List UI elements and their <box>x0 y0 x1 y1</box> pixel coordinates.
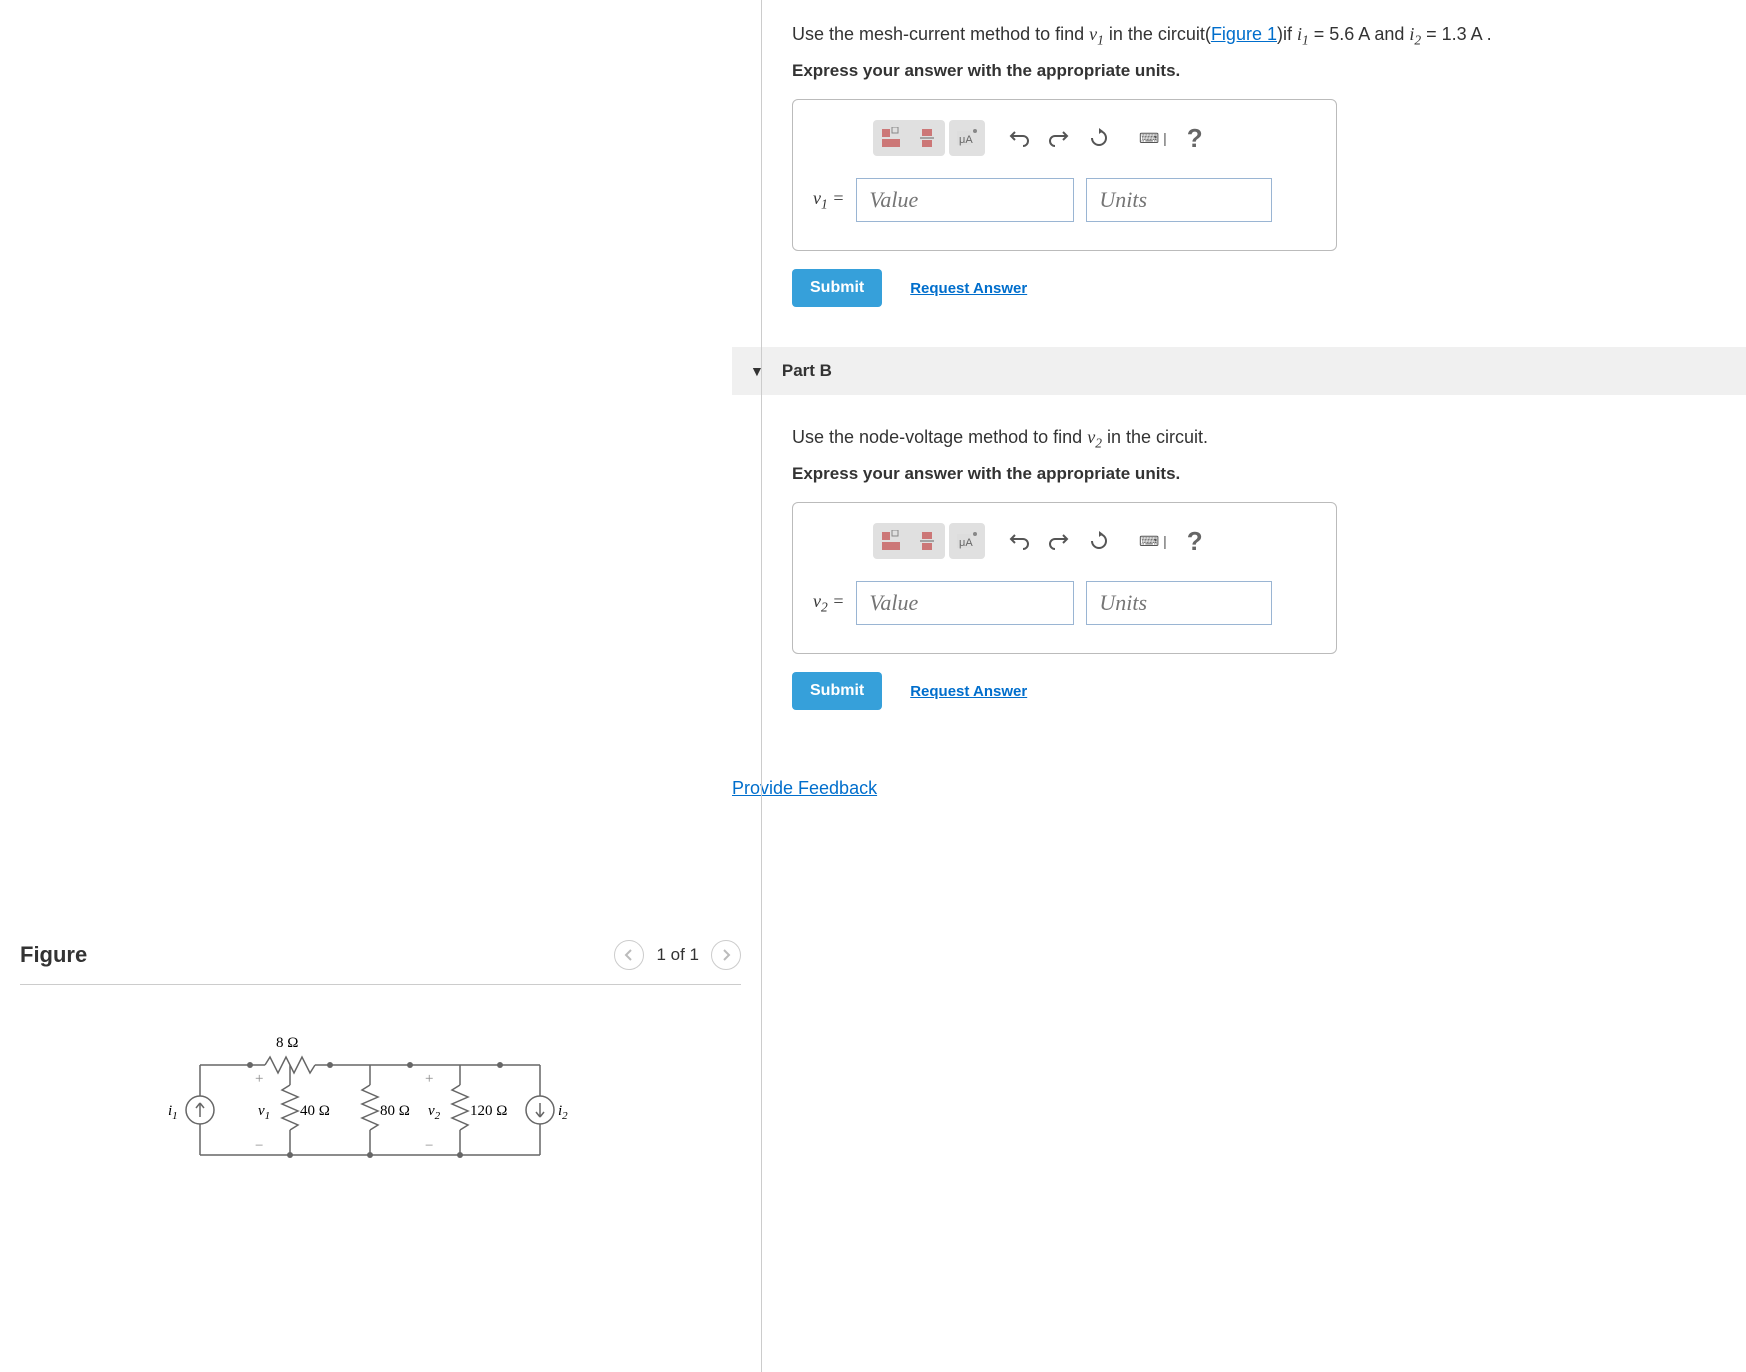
figure-panel-column: Figure 1 of 1 <box>0 0 762 1372</box>
keyboard-button[interactable]: ⌨ | <box>1133 523 1173 559</box>
part-a-question: Use the mesh-current method to find v1 i… <box>792 20 1716 51</box>
subscript-button[interactable]: μA <box>949 523 985 559</box>
fraction-icon <box>916 530 938 552</box>
fraction-button[interactable] <box>909 120 945 156</box>
equation-toolbar-a: μA ⌨ | ? <box>813 120 1316 156</box>
r40-label: 40 Ω <box>300 1103 330 1119</box>
svg-text:+: + <box>255 1071 263 1087</box>
svg-text:−: − <box>255 1138 263 1154</box>
svg-text:μA: μA <box>959 537 973 549</box>
reset-icon <box>1089 128 1109 148</box>
template-icon <box>880 530 902 552</box>
svg-text:μA: μA <box>959 134 973 146</box>
part-b-input-row: v2 = <box>813 581 1316 625</box>
units-input-a[interactable] <box>1086 178 1272 222</box>
figure-link[interactable]: Figure 1 <box>1211 24 1277 44</box>
r120-label: 120 Ω <box>470 1103 507 1119</box>
reset-button[interactable] <box>1081 120 1117 156</box>
redo-button[interactable] <box>1041 120 1077 156</box>
svg-text:−: − <box>425 1138 433 1154</box>
fraction-icon <box>916 127 938 149</box>
r80-label: 80 Ω <box>380 1103 410 1119</box>
part-a-submit-row: Submit Request Answer <box>792 269 1716 307</box>
help-button[interactable]: ? <box>1177 120 1213 156</box>
figure-prev-button[interactable] <box>614 940 644 970</box>
figure-next-button[interactable] <box>711 940 741 970</box>
submit-button-a[interactable]: Submit <box>792 269 882 307</box>
part-b-answer-box: μA ⌨ | ? v2 = <box>792 502 1337 654</box>
units-input-b[interactable] <box>1086 581 1272 625</box>
figure-nav: 1 of 1 <box>614 940 741 970</box>
submit-button-b[interactable]: Submit <box>792 672 882 710</box>
request-answer-link-b[interactable]: Request Answer <box>910 683 1027 700</box>
subscript-button[interactable]: μA <box>949 120 985 156</box>
i1-label: i1 <box>168 1103 178 1122</box>
template-button[interactable] <box>873 120 909 156</box>
undo-icon <box>1009 129 1029 147</box>
i2-label: i2 <box>558 1103 568 1122</box>
undo-button[interactable] <box>1001 523 1037 559</box>
equation-toolbar-b: μA ⌨ | ? <box>813 523 1316 559</box>
figure-header: Figure 1 of 1 <box>20 940 741 985</box>
v1-input-label: v1 = <box>813 188 844 213</box>
undo-icon <box>1009 532 1029 550</box>
undo-button[interactable] <box>1001 120 1037 156</box>
reset-icon <box>1089 531 1109 551</box>
reset-button[interactable] <box>1081 523 1117 559</box>
template-icon <box>880 127 902 149</box>
v2-input-label: v2 = <box>813 591 844 616</box>
help-button[interactable]: ? <box>1177 523 1213 559</box>
part-a-hint: Express your answer with the appropriate… <box>792 61 1716 81</box>
fraction-button[interactable] <box>909 523 945 559</box>
keyboard-button[interactable]: ⌨ | <box>1133 120 1173 156</box>
v2-label: v2 <box>428 1103 441 1122</box>
circuit-diagram: + − + − 8 Ω 40 Ω 80 Ω 120 Ω i1 i2 v1 v2 <box>150 1035 590 1195</box>
chevron-right-icon <box>721 949 731 961</box>
part-a-input-row: v1 = <box>813 178 1316 222</box>
figure-title: Figure <box>20 942 87 968</box>
subscript-icon: μA <box>955 127 979 149</box>
chevron-left-icon <box>624 949 634 961</box>
subscript-icon: μA <box>955 530 979 552</box>
part-a-answer-box: μA ⌨ | ? v1 = <box>792 99 1337 251</box>
part-b-question: Use the node-voltage method to find v2 i… <box>792 423 1716 454</box>
figure-page-count: 1 of 1 <box>656 945 699 965</box>
part-b-title: Part B <box>782 361 832 381</box>
svg-text:+: + <box>425 1071 433 1087</box>
value-input-a[interactable] <box>856 178 1074 222</box>
redo-icon <box>1049 532 1069 550</box>
redo-icon <box>1049 129 1069 147</box>
part-b-hint: Express your answer with the appropriate… <box>792 464 1716 484</box>
redo-button[interactable] <box>1041 523 1077 559</box>
value-input-b[interactable] <box>856 581 1074 625</box>
part-b-submit-row: Submit Request Answer <box>792 672 1716 710</box>
question-column: Use the mesh-current method to find v1 i… <box>762 0 1746 1372</box>
request-answer-link-a[interactable]: Request Answer <box>910 280 1027 297</box>
r8-label: 8 Ω <box>276 1035 298 1051</box>
part-b-header[interactable]: ▼ Part B <box>732 347 1746 395</box>
v1-label: v1 <box>258 1103 270 1122</box>
template-button[interactable] <box>873 523 909 559</box>
